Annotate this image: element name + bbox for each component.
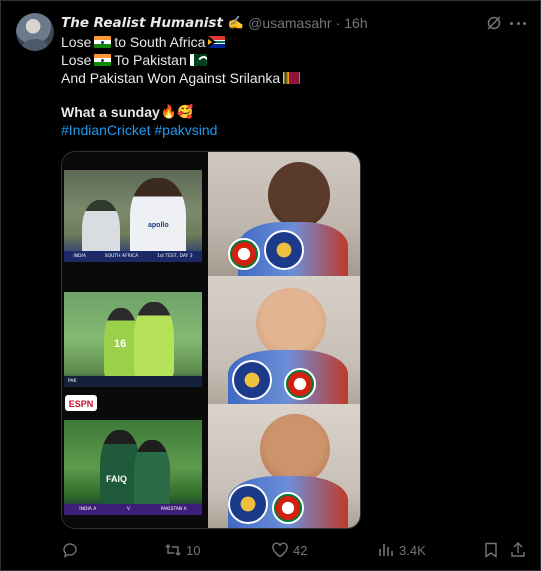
tweet-header: The Realist Humanist ✍️ @usamasahr · 16h bbox=[61, 13, 368, 33]
share-button[interactable] bbox=[509, 539, 527, 561]
afghanistan-cricket-logo-icon bbox=[272, 492, 304, 524]
baby-face bbox=[268, 162, 330, 228]
india-flag-icon bbox=[94, 54, 112, 66]
scorebar: PAK bbox=[64, 376, 202, 387]
avatar[interactable] bbox=[16, 13, 54, 51]
cricket-photo-india-vs-south-africa: apollo INDIA SOUTH AFRICA 1st TEST, DAY … bbox=[64, 170, 202, 262]
tweet-line-3: And Pakistan Won Against Srilanka bbox=[61, 69, 531, 87]
tweet-line-gap bbox=[61, 87, 531, 103]
cricket-photos-column: apollo INDIA SOUTH AFRICA 1st TEST, DAY … bbox=[62, 152, 208, 528]
cricket-photo-india-a-vs-pakistan-a: FAIQ INDIA A V PAKISTAN A bbox=[64, 420, 202, 515]
hashtag-indiancricket[interactable]: #IndianCricket bbox=[61, 121, 151, 139]
author-name[interactable]: The Realist Humanist bbox=[61, 15, 223, 31]
views-icon bbox=[379, 544, 393, 556]
like-count: 42 bbox=[293, 542, 308, 558]
player-figure bbox=[130, 178, 186, 262]
bcci-logo-icon bbox=[228, 484, 268, 524]
crying-baby-photo bbox=[208, 152, 360, 276]
tweet-actions: 10 42 3.4K bbox=[61, 539, 531, 561]
afghanistan-cricket-logo-icon bbox=[228, 238, 260, 270]
baby-face bbox=[260, 414, 330, 484]
bookmark-icon bbox=[485, 542, 497, 558]
views-button[interactable]: 3.4K bbox=[377, 539, 426, 561]
tweet-card[interactable]: The Realist Humanist ✍️ @usamasahr · 16h… bbox=[0, 0, 541, 571]
crying-baby-column bbox=[208, 152, 360, 528]
south-africa-flag-icon bbox=[208, 36, 226, 48]
tweet-line-4: What a sunday 🔥🥰 bbox=[61, 104, 194, 120]
like-button[interactable]: 42 bbox=[271, 539, 307, 561]
cricket-photo-pakistan-celebration: 16 PAK bbox=[64, 292, 202, 387]
more-icon[interactable] bbox=[509, 15, 527, 31]
tweet-line-2: Lose To Pakistan bbox=[61, 51, 531, 69]
views-count: 3.4K bbox=[399, 542, 426, 558]
afghanistan-cricket-logo-icon bbox=[284, 368, 316, 400]
scorebar: INDIA SOUTH AFRICA 1st TEST, DAY 3 bbox=[64, 251, 202, 262]
jersey-name: FAIQ bbox=[106, 474, 128, 484]
badge-text: ESPN bbox=[69, 399, 94, 409]
hashtags: #IndianCricket #pakvsind bbox=[61, 121, 531, 139]
pakistan-flag-icon bbox=[189, 54, 207, 66]
crying-baby-photo bbox=[208, 404, 360, 528]
scorebar: INDIA A V PAKISTAN A bbox=[64, 504, 202, 515]
grok-icon[interactable] bbox=[486, 15, 502, 31]
reply-button[interactable] bbox=[61, 539, 83, 561]
bcci-logo-icon bbox=[264, 230, 304, 270]
separator-dot: · bbox=[335, 15, 341, 31]
crying-baby-photo bbox=[208, 276, 360, 404]
india-flag-icon bbox=[94, 36, 112, 48]
share-icon bbox=[511, 542, 525, 557]
tweet-time[interactable]: 16h bbox=[344, 15, 367, 31]
jersey-number: 16 bbox=[114, 338, 127, 350]
fire-smile-emoji-icon: 🔥🥰 bbox=[160, 104, 194, 119]
writing-hand-icon: ✍️ bbox=[227, 15, 245, 30]
retweet-count: 10 bbox=[186, 542, 201, 558]
retweet-button[interactable]: 10 bbox=[164, 539, 200, 561]
tweet-line-1: Lose to South Africa bbox=[61, 33, 531, 51]
bcci-logo-icon bbox=[232, 360, 272, 400]
retweet-icon bbox=[165, 544, 181, 556]
tweet-media[interactable]: apollo INDIA SOUTH AFRICA 1st TEST, DAY … bbox=[61, 151, 361, 529]
espn-logo-icon: ESPN bbox=[64, 392, 98, 414]
reply-icon bbox=[63, 543, 77, 558]
sri-lanka-flag-icon bbox=[283, 72, 301, 84]
author-handle[interactable]: @usamasahr bbox=[248, 15, 331, 31]
baby-face bbox=[256, 288, 326, 358]
like-icon bbox=[272, 542, 288, 558]
jersey-sponsor: apollo bbox=[148, 222, 169, 229]
hashtag-pakvsind[interactable]: #pakvsind bbox=[154, 121, 217, 139]
player-figure bbox=[134, 440, 170, 508]
avatar-figure bbox=[22, 39, 48, 51]
tweet-text: Lose to South Africa Lose To Pakistan An… bbox=[61, 33, 531, 139]
player-figure bbox=[134, 302, 174, 378]
bookmark-button[interactable] bbox=[482, 539, 500, 561]
